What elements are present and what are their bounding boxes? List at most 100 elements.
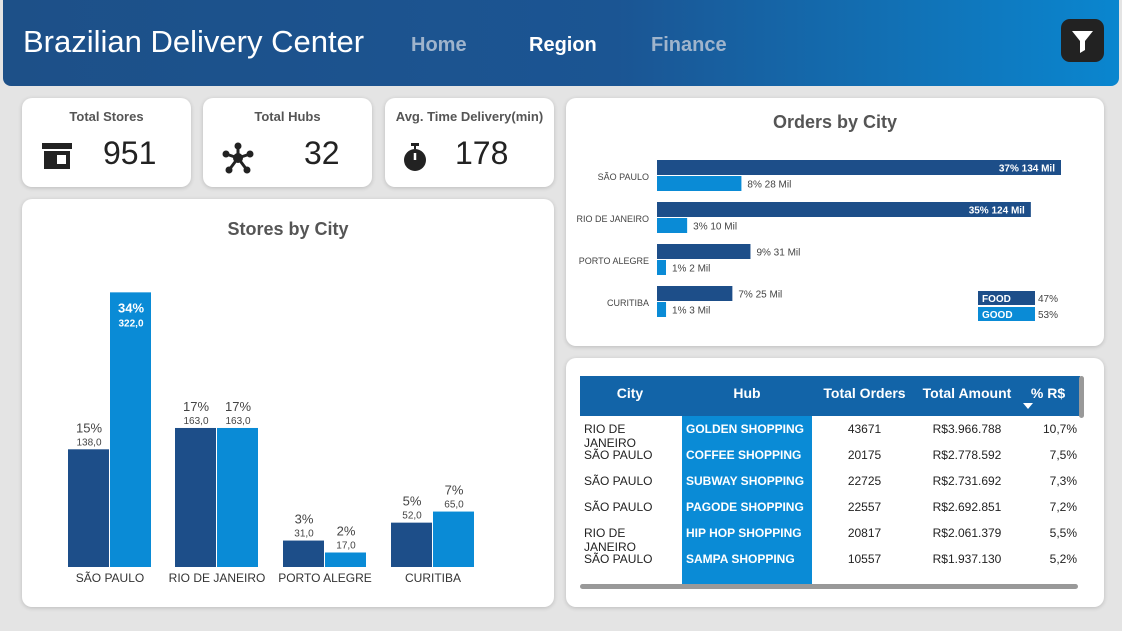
table-cell: R$3.966.788 <box>932 422 1002 436</box>
horizontal-scrollbar[interactable] <box>580 584 1078 589</box>
stores-bar[interactable] <box>433 511 474 567</box>
y-tick-label: RIO DE JANEIRO <box>576 214 649 224</box>
bar-pct-label: 3% <box>295 512 314 527</box>
kpi-title: Total Hubs <box>254 109 321 124</box>
bar-data-label: 1% 2 Mil <box>672 264 710 275</box>
app-title: Brazilian Delivery Center <box>23 24 365 59</box>
kpi-value: 32 <box>304 135 340 171</box>
table-cell: R$2.061.379 <box>932 526 1002 540</box>
table-row[interactable]: SÃO PAULO PAGODE SHOPPING 22557 R$2.692.851… <box>580 498 1080 518</box>
kpi-title: Total Stores <box>69 109 144 124</box>
bar-data-label: 1% 3 Mil <box>672 306 710 317</box>
bar-pct-label: 34% <box>118 300 144 315</box>
table-cell: R$2.731.692 <box>932 474 1002 488</box>
column-header-city[interactable]: City <box>580 385 680 401</box>
bar-value-label: 322,0 <box>118 318 143 329</box>
header-bar: Brazilian Delivery Center Home Region Fi… <box>3 0 1119 86</box>
table-cell: HIP HOP SHOPPING <box>686 526 802 540</box>
table-header: City Hub Total Orders Total Amount % R$ <box>580 376 1080 416</box>
legend-label: GOOD <box>982 310 1013 321</box>
bar-pct-label: 7% <box>445 483 464 498</box>
bar-data-label: 9% 31 Mil <box>756 248 800 259</box>
bar-data-label: 7% 25 Mil <box>738 290 782 301</box>
table-cell: 20817 <box>847 526 882 540</box>
table-cell: SÃO PAULO <box>584 448 653 462</box>
orders-by-city-card: Orders by City SÃO PAULO 37% 134 Mil 8% 28… <box>566 98 1104 346</box>
bar-value-label: 138,0 <box>76 437 101 448</box>
table-cell: SÃO PAULO <box>584 552 653 566</box>
stores-by-city-card: Stores by City 15% 138,0 34% 322,0 SÃO PAULO… <box>22 199 554 607</box>
bar-data-label: 8% 28 Mil <box>747 180 791 191</box>
table-cell: 22557 <box>847 500 882 514</box>
orders-bar[interactable] <box>657 286 733 301</box>
orders-bar[interactable] <box>657 302 667 317</box>
stores-by-city-chart: 15% 138,0 34% 322,0 SÃO PAULO 17% 163,0 17% 163,… <box>68 292 474 585</box>
column-header-hub[interactable]: Hub <box>682 385 812 401</box>
table-cell: SÃO PAULO <box>584 474 653 488</box>
table-cell: 20175 <box>847 448 882 462</box>
table-cell: 7,5% <box>1049 448 1077 462</box>
filter-button[interactable] <box>1061 19 1104 62</box>
bar-pct-label: 2% <box>337 524 356 539</box>
bar-pct-label: 5% <box>403 494 422 509</box>
sort-desc-icon[interactable] <box>1022 402 1034 410</box>
table-cell: 43671 <box>847 422 882 436</box>
stores-bar[interactable] <box>175 427 216 567</box>
hub-table-card: City Hub Total Orders Total Amount % R$ … <box>566 358 1104 607</box>
nav-home[interactable]: Home <box>411 34 467 57</box>
bar-pct-label: 15% <box>76 420 102 435</box>
legend-pct: 53% <box>1038 310 1058 321</box>
nav-finance[interactable]: Finance <box>651 34 727 57</box>
table-cell: R$2.692.851 <box>932 500 1002 514</box>
vertical-scrollbar[interactable] <box>1079 376 1084 418</box>
table-cell: COFFEE SHOPPING <box>686 448 802 462</box>
legend-label: FOOD <box>982 294 1011 305</box>
table-row[interactable]: SÃO PAULO SAMPA SHOPPING 10557 R$1.937.130 5… <box>580 550 1080 570</box>
x-tick-label: RIO DE JANEIRO <box>169 571 266 585</box>
bar-data-label: 3% 10 Mil <box>693 222 737 233</box>
table-cell: 7,3% <box>1049 474 1077 488</box>
x-tick-label: PORTO ALEGRE <box>278 571 372 585</box>
nav-region[interactable]: Region <box>529 34 597 57</box>
table-row[interactable]: SÃO PAULO COFFEE SHOPPING 20175 R$2.778.592… <box>580 446 1080 466</box>
orders-bar[interactable] <box>657 176 742 191</box>
table-row[interactable]: SÃO PAULO SUBWAY SHOPPING 22725 R$2.731.692… <box>580 472 1080 492</box>
y-tick-label: SÃO PAULO <box>598 172 649 182</box>
column-header-total-amount[interactable]: Total Amount <box>916 385 1018 401</box>
stores-bar[interactable] <box>391 522 432 567</box>
hub-table: City Hub Total Orders Total Amount % R$ … <box>580 376 1080 588</box>
bar-data-label: 37% 134 Mil <box>999 164 1055 175</box>
orders-bar[interactable] <box>657 244 751 259</box>
table-cell: 10557 <box>847 552 882 566</box>
stores-bar[interactable] <box>325 552 366 568</box>
orders-bar[interactable] <box>657 260 666 275</box>
table-cell: SÃO PAULO <box>584 500 653 514</box>
bar-value-label: 31,0 <box>294 529 314 540</box>
stores-bar[interactable] <box>217 427 258 567</box>
bar-data-label: 35% 124 Mil <box>969 206 1025 217</box>
table-cell: 5,2% <box>1049 552 1077 566</box>
kpi-value: 178 <box>455 135 509 171</box>
table-cell: 7,2% <box>1049 500 1077 514</box>
column-header-pct[interactable]: % R$ <box>1020 385 1076 401</box>
hub-network-icon <box>222 142 254 174</box>
bar-pct-label: 17% <box>225 399 251 414</box>
stores-bar[interactable] <box>283 540 324 567</box>
bar-value-label: 17,0 <box>336 541 356 552</box>
table-cell: PAGODE SHOPPING <box>686 500 804 514</box>
orders-bar[interactable] <box>657 218 688 233</box>
bar-value-label: 163,0 <box>183 416 208 427</box>
stopwatch-icon <box>404 143 426 171</box>
table-cell: SAMPA SHOPPING <box>686 552 795 566</box>
column-header-total-orders[interactable]: Total Orders <box>814 385 915 401</box>
y-tick-label: PORTO ALEGRE <box>579 256 649 266</box>
table-cell: GOLDEN SHOPPING <box>686 422 805 436</box>
table-row[interactable]: RIO DE JANEIRO HIP HOP SHOPPING 20817 R$2.0… <box>580 524 1080 554</box>
bar-value-label: 163,0 <box>225 416 250 427</box>
x-tick-label: CURITIBA <box>405 571 461 585</box>
legend-pct: 47% <box>1038 294 1058 305</box>
stores-bar[interactable] <box>110 292 151 567</box>
stores-bar[interactable] <box>68 449 109 567</box>
kpi-title: Avg. Time Delivery(min) <box>395 109 544 124</box>
table-row[interactable]: RIO DE JANEIRO GOLDEN SHOPPING 43671 R$3.96… <box>580 420 1080 450</box>
